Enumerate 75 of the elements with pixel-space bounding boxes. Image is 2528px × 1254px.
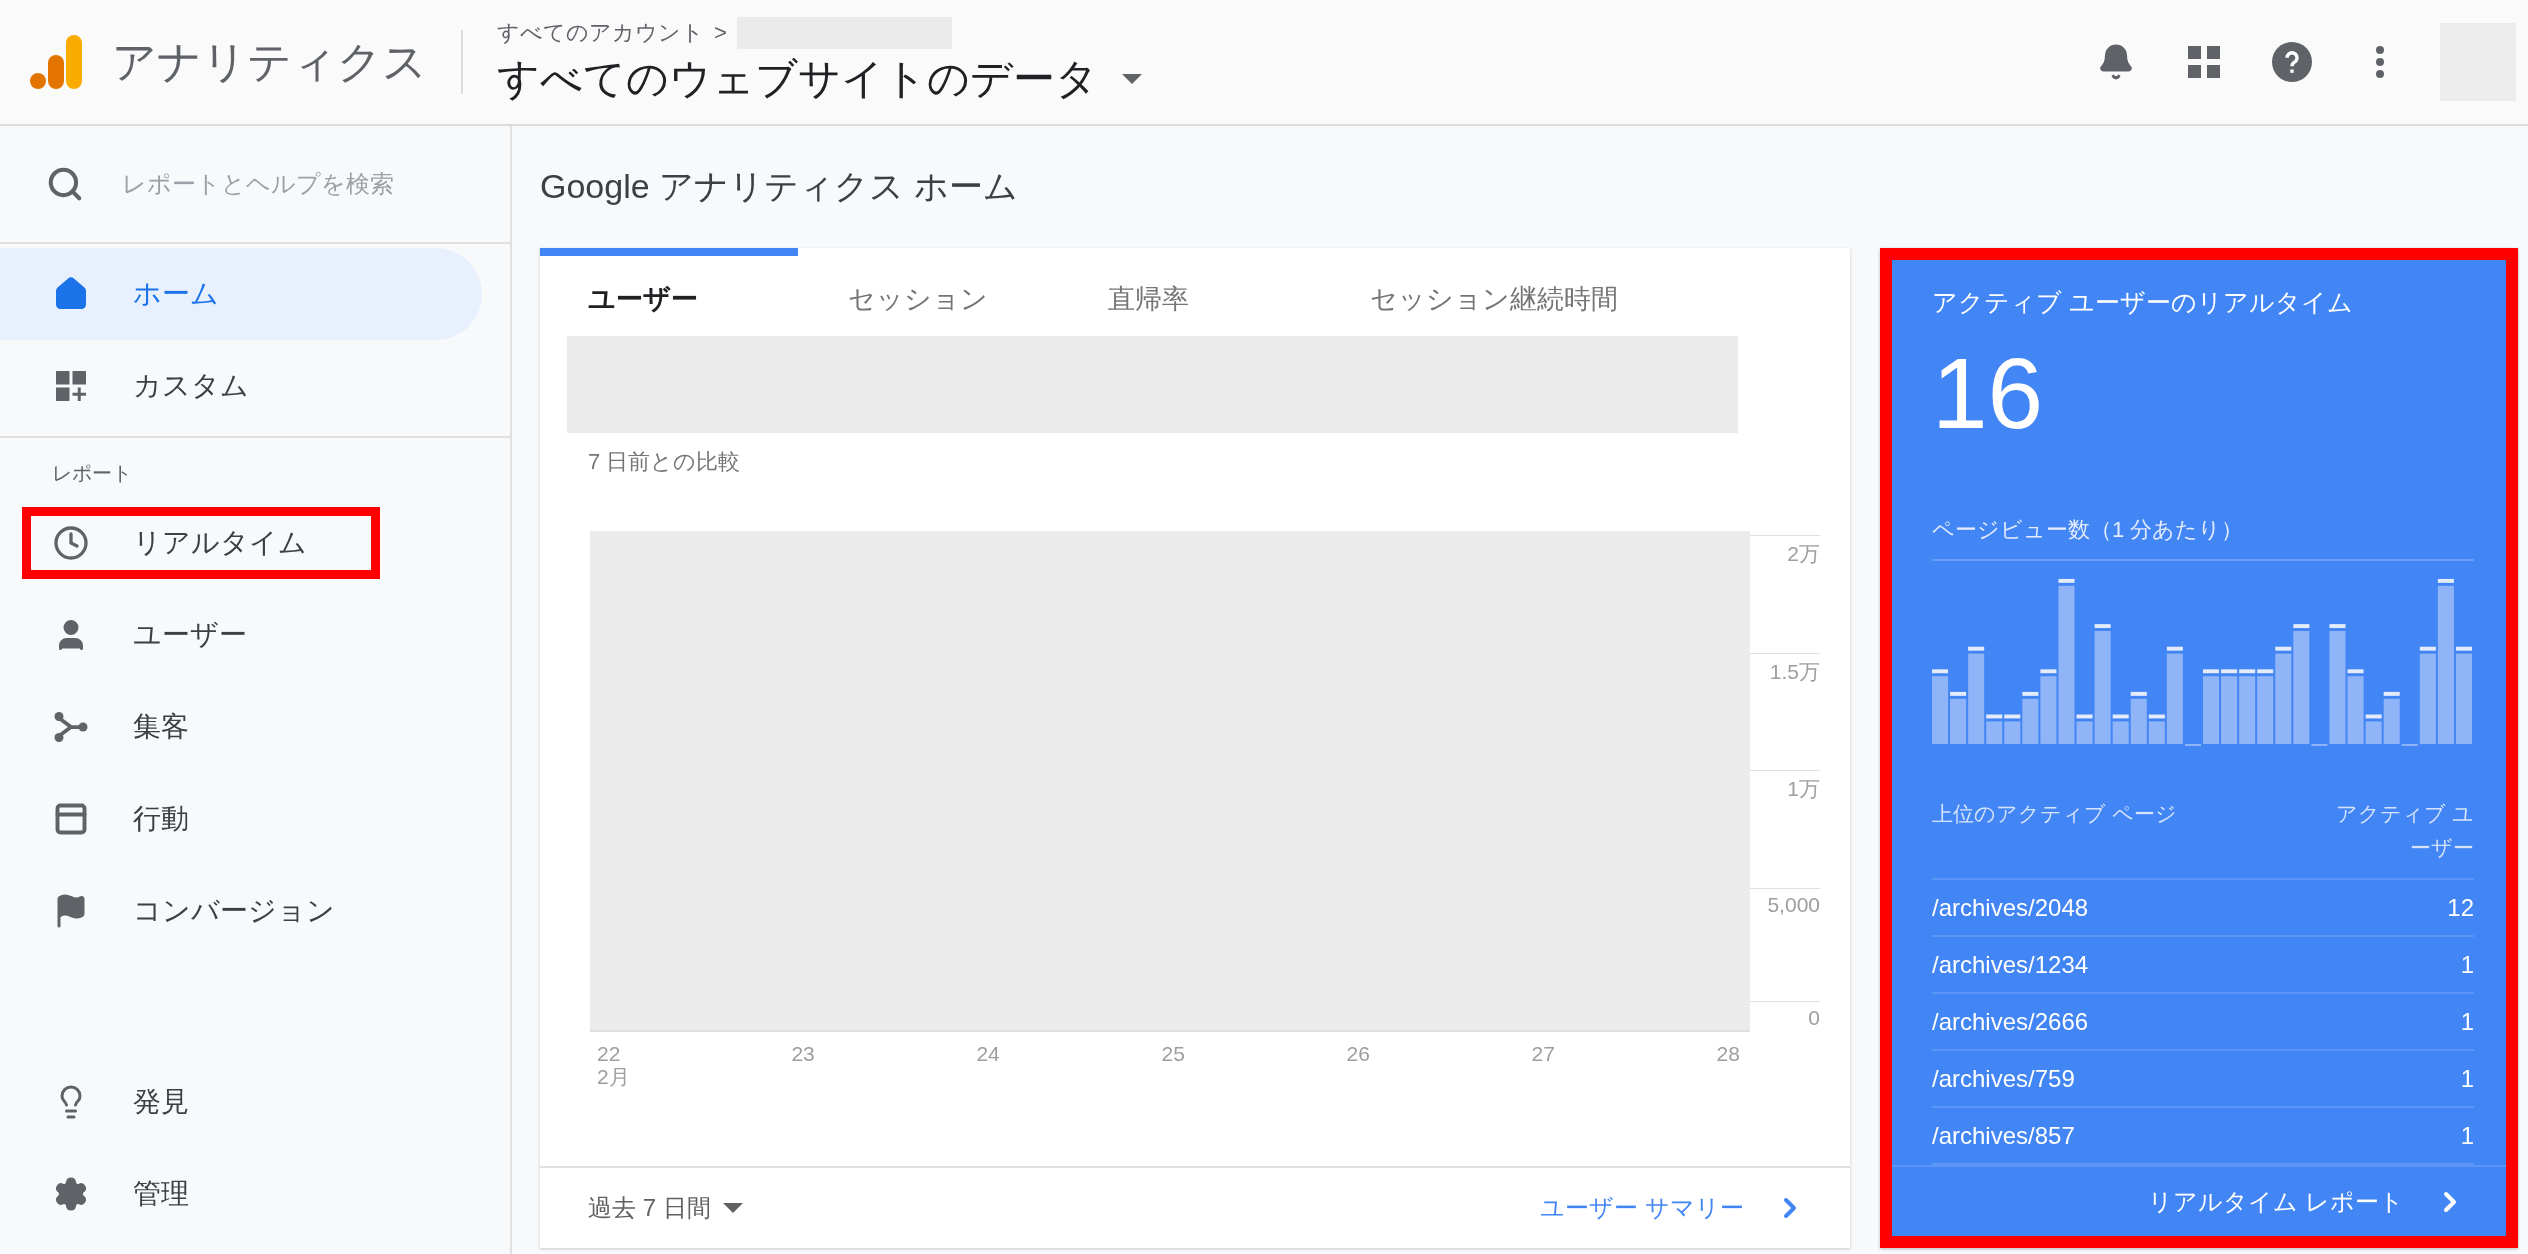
nav-label: 管理 bbox=[133, 1177, 189, 1211]
page-path: /archives/1234 bbox=[1932, 950, 2089, 979]
user-count: 1 bbox=[2460, 950, 2474, 979]
nav-label: コンバージョン bbox=[133, 894, 335, 928]
metric-tab[interactable]: ユーザー bbox=[588, 278, 848, 320]
help-icon bbox=[2272, 42, 2312, 82]
more-icon bbox=[2376, 46, 2384, 78]
apps-grid-icon bbox=[2188, 46, 2220, 78]
nav-item[interactable]: リアルタイム bbox=[0, 497, 482, 589]
nav-label: カスタム bbox=[133, 369, 249, 403]
home-icon bbox=[53, 276, 89, 312]
user-count: 12 bbox=[2447, 893, 2474, 922]
user-count: 1 bbox=[2460, 1121, 2474, 1150]
bell-icon bbox=[2097, 43, 2135, 81]
settings-icon bbox=[53, 1176, 89, 1212]
metric-tab[interactable]: 直帰率 bbox=[1108, 278, 1370, 320]
page-path: /archives/857 bbox=[1932, 1121, 2075, 1150]
nav-item[interactable]: 発見 bbox=[0, 1056, 482, 1148]
user-count: 1 bbox=[2460, 1007, 2474, 1036]
axis-label: 1.5万 bbox=[1750, 652, 1820, 686]
nav-item[interactable]: 集客 bbox=[0, 681, 482, 773]
search-icon bbox=[46, 165, 84, 203]
dropdown-caret-icon bbox=[1122, 74, 1142, 84]
nav-label: 集客 bbox=[133, 710, 189, 744]
axis-label: 5,000 bbox=[1750, 887, 1820, 917]
nav-label: ユーザー bbox=[133, 618, 247, 652]
axis-label: 22 bbox=[597, 1042, 622, 1066]
axis-label: 23 bbox=[791, 1042, 815, 1066]
comparison-label: 7 日前との比較 bbox=[587, 448, 742, 476]
axis-label: 24 bbox=[976, 1042, 1000, 1066]
page-path: /archives/2666 bbox=[1932, 1007, 2089, 1036]
axis-label: 26 bbox=[1346, 1042, 1370, 1066]
user-count: 1 bbox=[2460, 1064, 2474, 1093]
nav-label: 発見 bbox=[133, 1085, 189, 1119]
nav-item[interactable]: 行動 bbox=[0, 773, 482, 865]
chart-label: ページビュー数（1 分あたり） bbox=[1932, 515, 2474, 561]
view-selector[interactable]: すべてのウェブサイトのデータ bbox=[497, 51, 1142, 107]
nav-item[interactable]: コンバージョン bbox=[0, 865, 482, 957]
realtime-report-link[interactable]: リアルタイム レポート bbox=[2148, 1185, 2466, 1218]
search-field[interactable]: レポートとヘルプを検索 bbox=[120, 169, 460, 199]
active-user-count: 16 bbox=[1932, 343, 2045, 443]
user-summary-link[interactable]: ユーザー サマリー bbox=[1540, 1192, 1806, 1224]
date-range-dropdown[interactable]: 過去 7 日間 bbox=[588, 1192, 743, 1224]
axis-label: 25 bbox=[1161, 1042, 1185, 1066]
axis-label: 27 bbox=[1531, 1042, 1555, 1066]
axis-label: 0 bbox=[1750, 1001, 1820, 1030]
axis-label: 2万 bbox=[1750, 535, 1820, 568]
nav-label: 行動 bbox=[133, 802, 189, 836]
nav-item[interactable]: ホーム bbox=[0, 248, 482, 340]
product-name: アナリティクス bbox=[112, 30, 463, 94]
nav-label: ホーム bbox=[133, 277, 219, 311]
page-path: /archives/2048 bbox=[1932, 893, 2089, 922]
dashboard-plus-icon bbox=[53, 368, 89, 404]
analytics-logo-icon bbox=[30, 35, 84, 89]
branch-icon bbox=[53, 709, 89, 745]
axis-label: 2月 bbox=[597, 1065, 630, 1089]
breadcrumb-separator: > bbox=[714, 20, 727, 46]
clock-icon bbox=[53, 525, 89, 561]
card-title: アクティブ ユーザーのリアルタイム bbox=[1932, 287, 2354, 318]
dropdown-caret-icon bbox=[722, 1203, 743, 1213]
section-label: レポート bbox=[51, 461, 133, 486]
nav-item[interactable]: 管理 bbox=[0, 1148, 482, 1240]
nav-item[interactable]: ユーザー bbox=[0, 589, 482, 681]
column-header: 上位のアクティブ ページ bbox=[1932, 800, 2177, 827]
window-icon bbox=[53, 801, 89, 837]
axis-label: 1万 bbox=[1750, 770, 1820, 803]
nav-item[interactable]: カスタム bbox=[0, 340, 482, 432]
metric-tab[interactable]: セッション継続時間 bbox=[1370, 278, 1618, 320]
page-title: Google アナリティクス ホーム bbox=[540, 166, 1019, 207]
axis-label: 28 bbox=[1716, 1042, 1740, 1066]
breadcrumb-link[interactable]: すべてのアカウント bbox=[497, 18, 704, 48]
column-header: アクティブ ユーザー bbox=[2335, 800, 2474, 861]
page-path: /archives/759 bbox=[1932, 1064, 2075, 1093]
metric-tab[interactable]: セッション bbox=[848, 278, 1108, 320]
nav-label: リアルタイム bbox=[133, 526, 307, 560]
